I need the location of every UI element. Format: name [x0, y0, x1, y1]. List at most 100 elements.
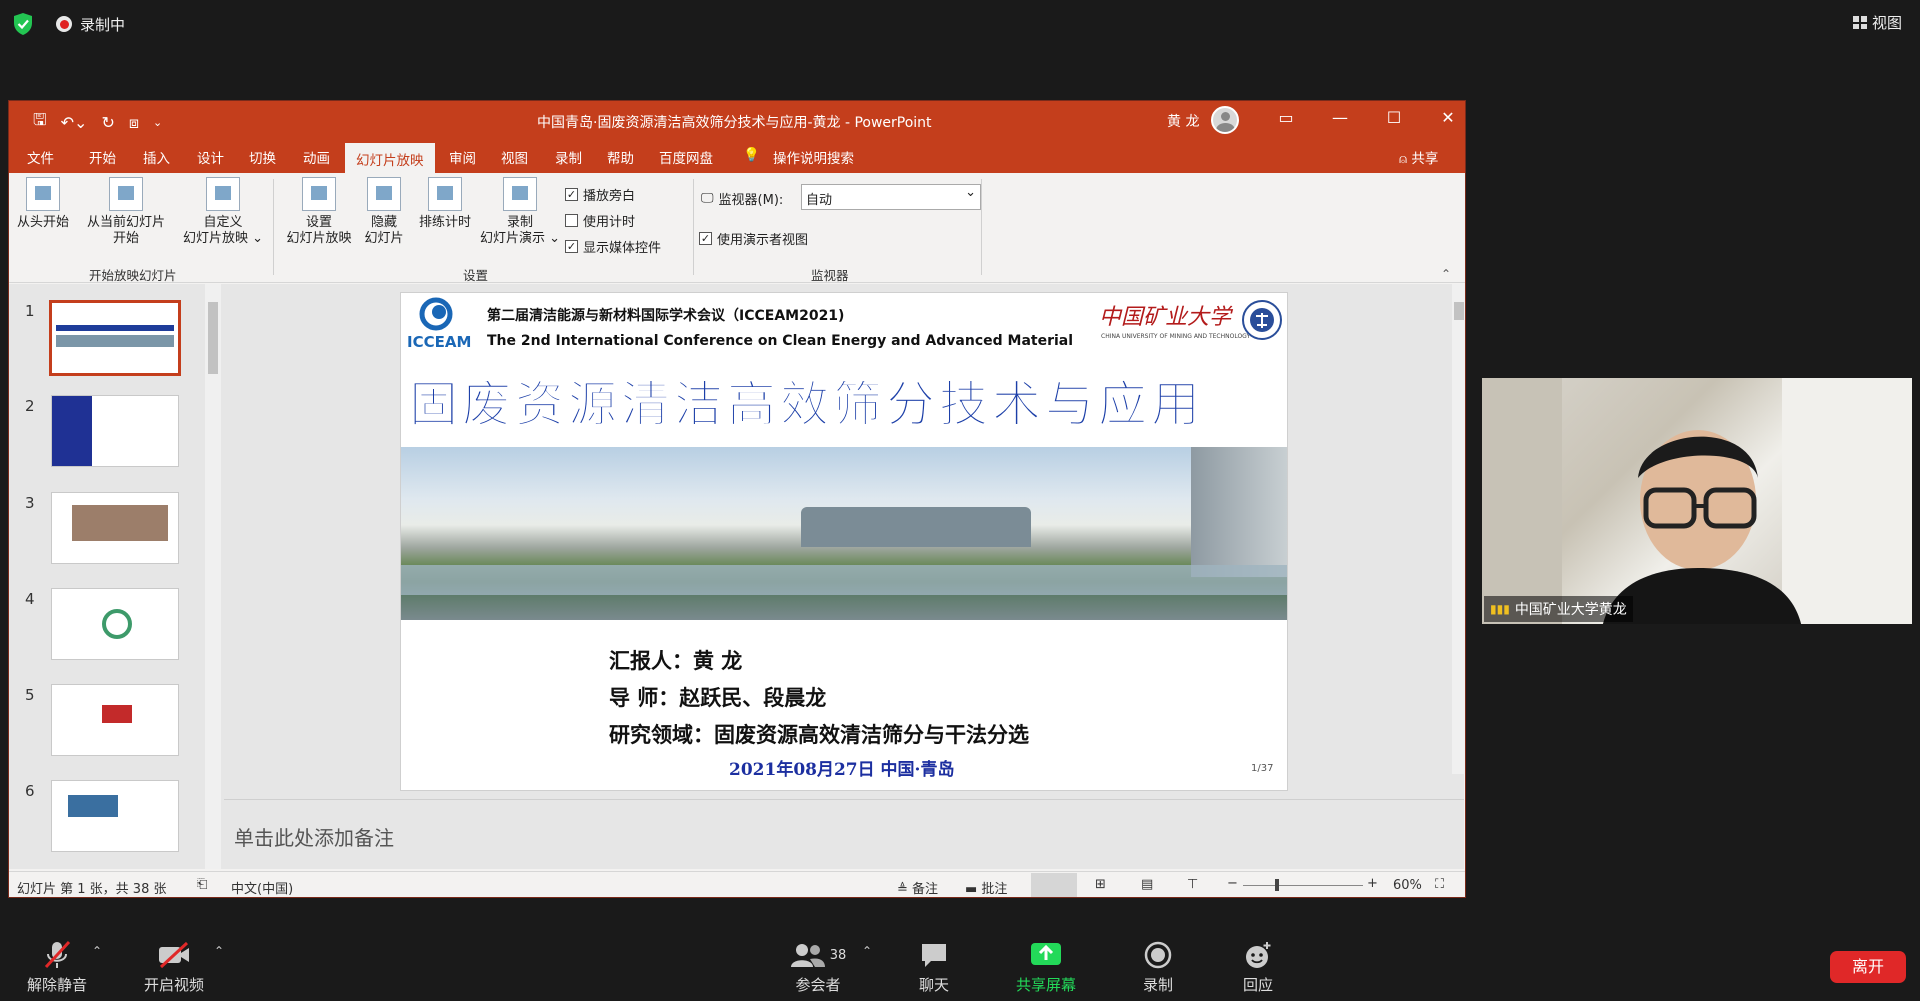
minimize-button[interactable]: — [1325, 108, 1355, 127]
tab-record[interactable]: 录制 [555, 147, 582, 167]
tab-design[interactable]: 设计 [197, 147, 224, 167]
tab-home[interactable]: 开始 [89, 147, 116, 167]
slide-page-number: 1/37 [1251, 763, 1274, 774]
slide-thumbnail[interactable] [51, 684, 179, 756]
tell-me-search[interactable]: 操作说明搜索 [773, 147, 854, 167]
tab-view[interactable]: 视图 [501, 147, 528, 167]
start-video-label: 开启视频 [143, 976, 204, 994]
customize-qat-icon[interactable]: ⌄ [153, 116, 162, 129]
slide-thumbnail[interactable] [51, 588, 179, 660]
record-icon [1130, 938, 1186, 972]
tab-review[interactable]: 审阅 [449, 147, 476, 167]
advisor-line: 导 师：赵跃民、段晨龙 [609, 686, 827, 710]
accessibility-icon[interactable]: ⎗ [197, 877, 207, 892]
status-bar: 幻灯片 第 1 张，共 38 张 ⎗ 中文(中国) ≜ 备注 ▬ 批注 ⊞ ▤ … [9, 871, 1465, 897]
slide-canvas[interactable]: ICCEAM 第二届清洁能源与新材料国际学术会议（ICCEAM2021) The… [400, 292, 1288, 791]
close-button[interactable]: ✕ [1433, 108, 1463, 127]
use-timings-checkbox[interactable]: 使用计时 [565, 211, 635, 230]
from-current-button[interactable]: 从当前幻灯片 开始 [79, 177, 173, 247]
from-beginning-button[interactable]: 从头开始 [15, 177, 71, 231]
save-icon[interactable]: 🖫 [33, 109, 47, 136]
recording-status[interactable]: 录制中 [80, 14, 125, 35]
ribbon: 从头开始 从当前幻灯片 开始 自定义 幻灯片放映 ⌄ 开始放映幻灯片 设置 幻灯… [9, 173, 1465, 283]
group-monitor-label: 监视器 [811, 268, 849, 283]
presenter-view-checkbox[interactable]: ✓ 使用演示者视图 [699, 229, 808, 248]
custom-slideshow-button[interactable]: 自定义 幻灯片放映 ⌄ [177, 177, 269, 247]
participants-button[interactable]: 38 参会者 [776, 938, 860, 995]
record-slideshow-button[interactable]: 录制 幻灯片演示 ⌄ [475, 177, 565, 247]
setup-slideshow-button[interactable]: 设置 幻灯片放映 [281, 177, 357, 247]
collapse-ribbon-icon[interactable]: ⌃ [1441, 267, 1451, 281]
notes-button[interactable]: ≜ 备注 [897, 878, 938, 897]
record-label-2: 幻灯片演示 ⌄ [479, 231, 561, 246]
slide-thumbnail[interactable] [51, 780, 179, 852]
reading-view-icon[interactable]: ▤ [1141, 877, 1153, 892]
slide-thumbnail[interactable] [51, 492, 179, 564]
reactions-button[interactable]: 回应 [1230, 938, 1286, 995]
slide-thumbnail[interactable] [51, 395, 179, 467]
user-name[interactable]: 黄 龙 [1167, 111, 1199, 131]
tab-help[interactable]: 帮助 [607, 147, 634, 167]
notes-pane[interactable]: 单击此处添加备注 [224, 799, 1464, 869]
comments-button[interactable]: ▬ 批注 [965, 878, 1007, 897]
signal-icon: ▮▮▮ [1490, 602, 1510, 616]
language-indicator[interactable]: 中文(中国) [231, 878, 293, 897]
slide-thumbnail[interactable] [49, 300, 181, 376]
rehearse-icon [428, 177, 462, 211]
present-icon[interactable]: ⧈ [129, 113, 139, 133]
zoom-level[interactable]: 60% [1393, 878, 1422, 893]
zoom-in-icon[interactable]: + [1367, 876, 1378, 891]
normal-view-icon[interactable] [1031, 873, 1077, 897]
zoom-slider[interactable] [1243, 879, 1363, 891]
start-video-button[interactable]: 开启视频 [136, 938, 212, 995]
avatar[interactable] [1211, 106, 1239, 134]
record-button[interactable]: 录制 [1130, 938, 1186, 995]
share-button[interactable]: ⍝ 共享 [1399, 147, 1438, 167]
rehearse-timings-button[interactable]: 排练计时 [413, 177, 477, 231]
fit-to-window-icon[interactable]: ⛶ [1435, 877, 1444, 892]
maximize-button[interactable]: ☐ [1379, 108, 1409, 127]
chat-button[interactable]: 聊天 [906, 938, 962, 995]
view-button[interactable]: 视图 [1852, 12, 1902, 33]
thumbnail-scrollbar[interactable] [205, 284, 221, 869]
undo-icon[interactable]: ↶⌄ [61, 113, 88, 132]
thumbnail-pane: 1 2 3 4 5 6 [9, 284, 224, 869]
redo-icon[interactable]: ↻ [101, 113, 114, 132]
slide-sorter-icon[interactable]: ⊞ [1095, 877, 1106, 892]
conference-name-cn: 第二届清洁能源与新材料国际学术会议（ICCEAM2021) [487, 308, 845, 324]
monitor-icon: 🖵 [701, 191, 714, 206]
checkbox-unchecked [565, 214, 578, 227]
media-label: 显示媒体控件 [583, 241, 662, 256]
tab-baidu[interactable]: 百度网盘 [659, 147, 713, 167]
notes-placeholder: 单击此处添加备注 [234, 826, 394, 850]
share-screen-button[interactable]: 共享屏幕 [1008, 938, 1084, 995]
participants-chevron-icon[interactable]: ⌃ [862, 944, 872, 958]
monitor-select[interactable]: 自动 [801, 184, 981, 210]
zoom-out-icon[interactable]: − [1227, 876, 1238, 891]
powerpoint-window: 🖫 ↶⌄ ↻ ⧈ ⌄ 中国青岛·固废资源清洁高效筛分技术与应用-黄龙 - Pow… [8, 100, 1466, 898]
tab-transitions[interactable]: 切换 [249, 147, 276, 167]
security-shield-icon[interactable] [12, 12, 34, 36]
share-label: 共享 [1411, 151, 1439, 167]
tab-animations[interactable]: 动画 [303, 147, 330, 167]
participant-video[interactable]: ▮▮▮ 中国矿业大学黄龙 [1482, 378, 1912, 624]
show-media-controls-checkbox[interactable]: ✓ 显示媒体控件 [565, 237, 661, 256]
video-options-chevron-icon[interactable]: ⌃ [214, 944, 224, 958]
slide-scrollbar[interactable] [1452, 284, 1465, 774]
audio-options-chevron-icon[interactable]: ⌃ [92, 944, 102, 958]
hide-slide-button[interactable]: 隐藏 幻灯片 [359, 177, 409, 247]
leave-button[interactable]: 离开 [1830, 951, 1906, 983]
slideshow-view-icon[interactable]: ⊤ [1187, 877, 1198, 892]
video-off-icon [136, 938, 212, 972]
unmute-button[interactable]: 解除静音 [22, 938, 92, 995]
tab-slideshow[interactable]: 幻灯片放映 [345, 143, 435, 173]
tab-file[interactable]: 文件 [27, 147, 54, 167]
setup-label-2: 幻灯片放映 [286, 231, 352, 246]
play-narrations-checkbox[interactable]: ✓ 播放旁白 [565, 185, 635, 204]
tab-insert[interactable]: 插入 [143, 147, 170, 167]
slide-count: 幻灯片 第 1 张，共 38 张 [17, 882, 167, 897]
hide-label-2: 幻灯片 [364, 231, 404, 246]
quick-access-toolbar: 🖫 ↶⌄ ↻ ⧈ ⌄ [33, 109, 162, 136]
thumb-number: 1 [25, 302, 35, 320]
ribbon-display-icon[interactable]: ▭ [1271, 108, 1301, 127]
